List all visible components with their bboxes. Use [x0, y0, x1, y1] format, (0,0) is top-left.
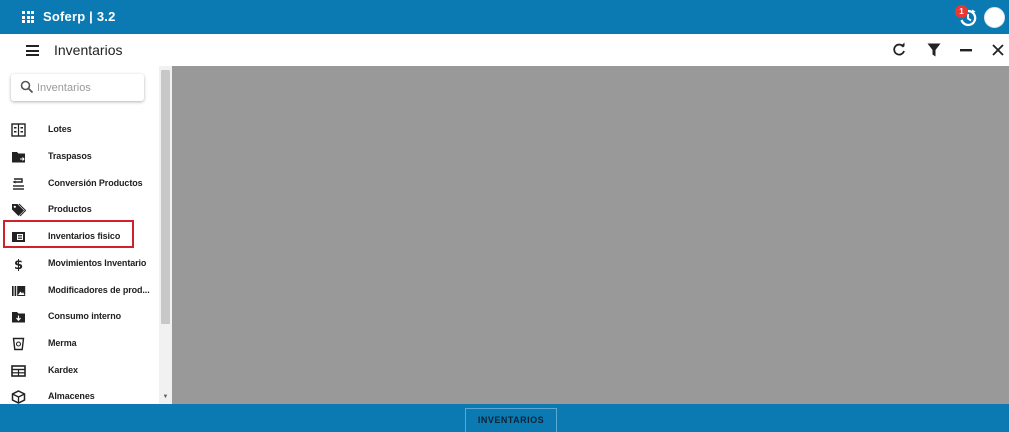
dollar-icon: $ — [14, 258, 23, 271]
sidebar-item-merma[interactable]: Merma — [0, 331, 158, 357]
sidebar-item-movimientos-inventario[interactable]: $ Movimientos Inventario — [0, 251, 158, 277]
sidebar-item-label: Productos — [48, 204, 92, 214]
sidebar-item-traspasos[interactable]: Traspasos — [0, 144, 158, 170]
sidebar-item-lotes[interactable]: Lotes — [0, 117, 158, 143]
hamburger-menu-icon[interactable] — [26, 45, 39, 56]
close-icon[interactable] — [990, 42, 1006, 58]
page-title: Inventarios — [54, 42, 123, 58]
table-icon — [11, 365, 26, 377]
conversion-icon — [12, 178, 24, 190]
taskbar-tab-inventarios[interactable]: INVENTARIOS — [465, 408, 557, 432]
tags-icon — [12, 203, 26, 217]
search-input[interactable] — [37, 78, 137, 97]
sidebar-item-label: Merma — [48, 338, 77, 348]
sidebar-item-label: Traspasos — [48, 151, 92, 161]
folder-download-icon — [12, 312, 25, 323]
sidebar-item-conversion-productos[interactable]: Conversión Productos — [0, 171, 158, 197]
app-title: Soferp | 3.2 — [43, 9, 116, 24]
waste-bin-icon — [12, 337, 25, 351]
lots-icon — [11, 123, 26, 137]
sidebar-item-label: Conversión Productos — [48, 178, 143, 188]
sidebar-item-modificadores[interactable]: Modificadores de prod... — [0, 278, 158, 304]
top-bar — [0, 0, 1009, 34]
transfer-folder-icon — [12, 152, 25, 163]
box-icon — [11, 390, 26, 404]
refresh-icon[interactable] — [891, 42, 907, 58]
avatar[interactable] — [984, 7, 1005, 28]
svg-text:$: $ — [14, 258, 23, 271]
sidebar-item-label: Movimientos Inventario — [48, 258, 147, 268]
notification-badge: 1 — [955, 5, 968, 18]
sidebar-item-kardex[interactable]: Kardex — [0, 358, 158, 384]
sidebar-search[interactable] — [11, 74, 144, 101]
filter-icon[interactable] — [926, 42, 942, 58]
sidebar-item-consumo-interno[interactable]: Consumo interno — [0, 304, 158, 330]
sidebar-item-label: Modificadores de prod... — [48, 285, 150, 295]
sidebar-scrollbar-thumb[interactable] — [161, 70, 170, 324]
sidebar-item-label: Almacenes — [48, 391, 95, 401]
minimize-icon[interactable] — [958, 42, 974, 58]
sidebar-item-label: Consumo interno — [48, 311, 121, 321]
main-content-area — [172, 66, 1009, 404]
scroll-down-arrow-icon[interactable]: ▼ — [161, 393, 170, 401]
header-bar — [0, 34, 1009, 66]
apps-grid-icon[interactable] — [22, 11, 34, 23]
search-icon — [20, 80, 34, 94]
highlight-box — [3, 220, 134, 248]
sidebar-item-label: Kardex — [48, 365, 78, 375]
modifiers-icon — [12, 286, 26, 296]
sidebar-item-label: Lotes — [48, 124, 72, 134]
